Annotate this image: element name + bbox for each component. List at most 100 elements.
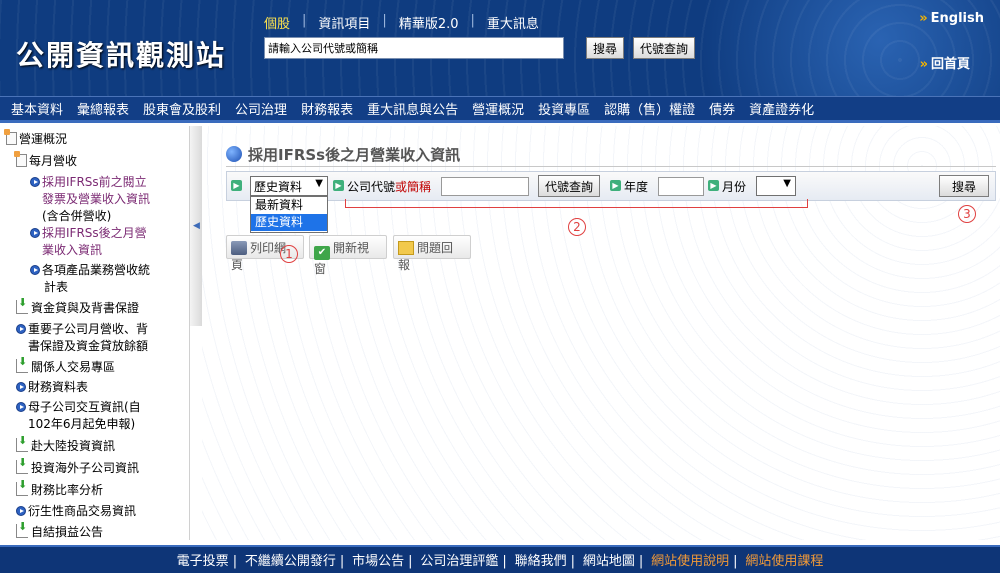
sidebar-item-financial-ratio[interactable]: 財務比率分析 (16, 476, 104, 499)
company-search-input[interactable] (264, 37, 564, 59)
data-type-select[interactable]: 歷史資料 ▼ (250, 176, 328, 196)
top-nav-stock[interactable]: 個股 (264, 13, 302, 32)
collapsed-folder-icon (16, 353, 28, 373)
arrow-icon: ▶ (231, 180, 242, 191)
header-code-lookup-button[interactable]: 代號查詢 (633, 37, 696, 59)
arrow-icon: ▶ (333, 180, 344, 191)
collapsed-folder-icon (16, 476, 28, 496)
sidebar-item-label: 投資海外子公司資訊 (31, 461, 140, 475)
company-code-input[interactable] (441, 177, 529, 196)
site-logo[interactable]: 公開資訊觀測站 (16, 34, 226, 74)
main-nav-item[interactable]: 公司治理 (228, 99, 294, 118)
header-search-button[interactable]: 搜尋 (586, 37, 625, 59)
home-link-label: 回首頁 (930, 57, 970, 72)
annotation-marker-1: 1 (280, 245, 298, 263)
bullet-icon (16, 402, 26, 412)
sidebar-item-label: 採用IFRSs後之月營 (42, 226, 147, 240)
dropdown-option-history[interactable]: 歷史資料 (251, 214, 327, 231)
main-nav-item[interactable]: 資產證券化 (742, 99, 821, 118)
site-header: 公開資訊觀測站 個股| 資訊項目| 精華版2.0| 重大訊息 搜尋 代號查詢 »… (0, 0, 1000, 96)
footer-link-contact[interactable]: 聯絡我們 (515, 554, 567, 569)
main-nav-item[interactable]: 股東會及股利 (136, 99, 228, 118)
sidebar-item-derivatives[interactable]: 衍生性商品交易資訊 (16, 503, 136, 520)
top-nav-info-items[interactable]: 資訊項目 (306, 13, 382, 32)
sidebar-item-label: 書保證及資金貸放餘額 (28, 339, 149, 353)
year-input[interactable] (658, 177, 704, 196)
sidebar-item-label: 重要子公司月營收、背 (28, 322, 149, 336)
site-footer: 電子投票 | 不繼續公開發行 | 市場公告 | 公司治理評鑑 | 聯絡我們 | 網站地圖 |… (0, 545, 1000, 573)
dropdown-arrow-icon: ▼ (783, 178, 791, 189)
footer-link-sitemap[interactable]: 網站地圖 (583, 554, 635, 569)
top-nav-premium[interactable]: 精華版2.0 (387, 13, 471, 32)
report-problem-button[interactable]: 問題回報 (393, 235, 471, 272)
footer-link-governance-eval[interactable]: 公司治理評鑑 (420, 554, 498, 569)
main-nav-item[interactable]: 彙總報表 (70, 99, 136, 118)
sidebar-root-label: 營運概況 (19, 132, 68, 146)
sidebar-toggle[interactable]: ◀ (190, 126, 202, 326)
sidebar-item-financial-tables[interactable]: 財務資料表 (16, 379, 88, 396)
arrow-icon: ▶ (610, 180, 621, 191)
bullet-icon (30, 265, 40, 275)
sidebar-item-product-revenue[interactable]: 各項產品業務營收統 計表 (30, 262, 150, 296)
sidebar-item-subsidiary-revenue[interactable]: 重要子公司月營收、背 書保證及資金貸放餘額 (16, 321, 148, 355)
footer-link-discontinued[interactable]: 不繼續公開發行 (245, 554, 336, 569)
footer-link-usage-course[interactable]: 網站使用課程 (745, 554, 823, 569)
sidebar-item-label: 102年6月起免申報) (28, 417, 136, 431)
company-code-label-text: 公司代號 (347, 180, 396, 194)
footer-link-usage-guide[interactable]: 網站使用說明 (651, 554, 729, 569)
code-lookup-button[interactable]: 代號查詢 (538, 175, 601, 197)
sidebar-item-label: 關係人交易專區 (31, 360, 116, 374)
sidebar-item-post-ifrs-revenue[interactable]: 採用IFRSs後之月營 業收入資訊 (30, 225, 147, 259)
divider: | (570, 554, 576, 569)
envelope-icon (398, 241, 414, 255)
sidebar-item-related-party[interactable]: 關係人交易專區 (16, 353, 116, 376)
divider: | (733, 554, 738, 569)
sidebar-item-self-settled-pl[interactable]: 自結損益公告 (16, 518, 104, 541)
footer-link-e-voting[interactable]: 電子投票 (177, 554, 229, 569)
dropdown-option-latest[interactable]: 最新資料 (251, 197, 327, 214)
footer-link-market-notice[interactable]: 市場公告 (352, 554, 404, 569)
top-nav-major-news[interactable]: 重大訊息 (475, 13, 551, 32)
main-nav-item[interactable]: 投資專區 (531, 99, 597, 118)
main-nav-item[interactable]: 認購（售）權證 (597, 99, 702, 118)
sidebar-item-pre-ifrs-revenue[interactable]: 採用IFRSs前之閱立 發票及營業收入資訊 (含合併營收) (30, 174, 150, 225)
sidebar-item-label: 財務比率分析 (31, 483, 104, 497)
main-nav-item[interactable]: 營運概況 (465, 99, 531, 118)
sidebar-item-label: 自結損益公告 (31, 525, 104, 539)
annotation-marker-2: 2 (568, 218, 586, 236)
sidebar-item-label: 衍生性商品交易資訊 (28, 504, 137, 518)
dropdown-arrow-icon: ▼ (315, 178, 323, 189)
sidebar-item-label: 財務資料表 (28, 380, 89, 394)
divider: | (502, 554, 507, 569)
sidebar-item-label: 業收入資訊 (42, 243, 103, 257)
data-type-dropdown-list: 最新資料 歷史資料 (250, 196, 328, 233)
month-select[interactable]: ▼ (756, 176, 796, 196)
sidebar-item-parent-subsidiary[interactable]: 母子公司交互資訊(自 102年6月起免申報) (16, 399, 141, 433)
english-link[interactable]: » English (919, 11, 984, 26)
month-label: 月份 (722, 180, 747, 194)
sidebar-item-china-investment[interactable]: 赴大陸投資資訊 (16, 432, 115, 455)
main-nav-item[interactable]: 債券 (702, 99, 742, 118)
main-nav-item[interactable]: 基本資料 (4, 99, 70, 118)
annotation-marker-3: 3 (958, 205, 976, 223)
divider: | (408, 554, 413, 569)
bullet-icon (16, 382, 26, 392)
bullet-icon (30, 177, 40, 187)
sidebar-item-label: 母子公司交互資訊(自 (28, 400, 141, 414)
main-nav: 基本資料 彙總報表 股東會及股利 公司治理 財務報表 重大訊息與公告 營運概況 … (0, 96, 1000, 123)
main-nav-item[interactable]: 重大訊息與公告 (360, 99, 465, 118)
sidebar-item-lending[interactable]: 資金貸與及背書保證 (16, 294, 139, 317)
query-search-button[interactable]: 搜尋 (939, 175, 989, 197)
collapsed-folder-icon (16, 518, 28, 538)
company-code-label: 公司代號或簡稱 (347, 178, 431, 195)
main-nav-item[interactable]: 財務報表 (294, 99, 360, 118)
home-link[interactable]: » 回首頁 (920, 53, 970, 72)
sidebar-folder-monthly-revenue[interactable]: 每月營收 (14, 151, 77, 170)
open-new-window-button[interactable]: ✔ 開新視窗 (309, 235, 387, 276)
collapsed-folder-icon (16, 432, 28, 452)
sidebar-item-overseas-subsidiary[interactable]: 投資海外子公司資訊 (16, 454, 140, 477)
double-chevron-icon: » (919, 11, 928, 26)
annotation-bracket (345, 199, 808, 208)
divider: | (638, 554, 644, 569)
sidebar-root[interactable]: 營運概況 (4, 129, 68, 148)
